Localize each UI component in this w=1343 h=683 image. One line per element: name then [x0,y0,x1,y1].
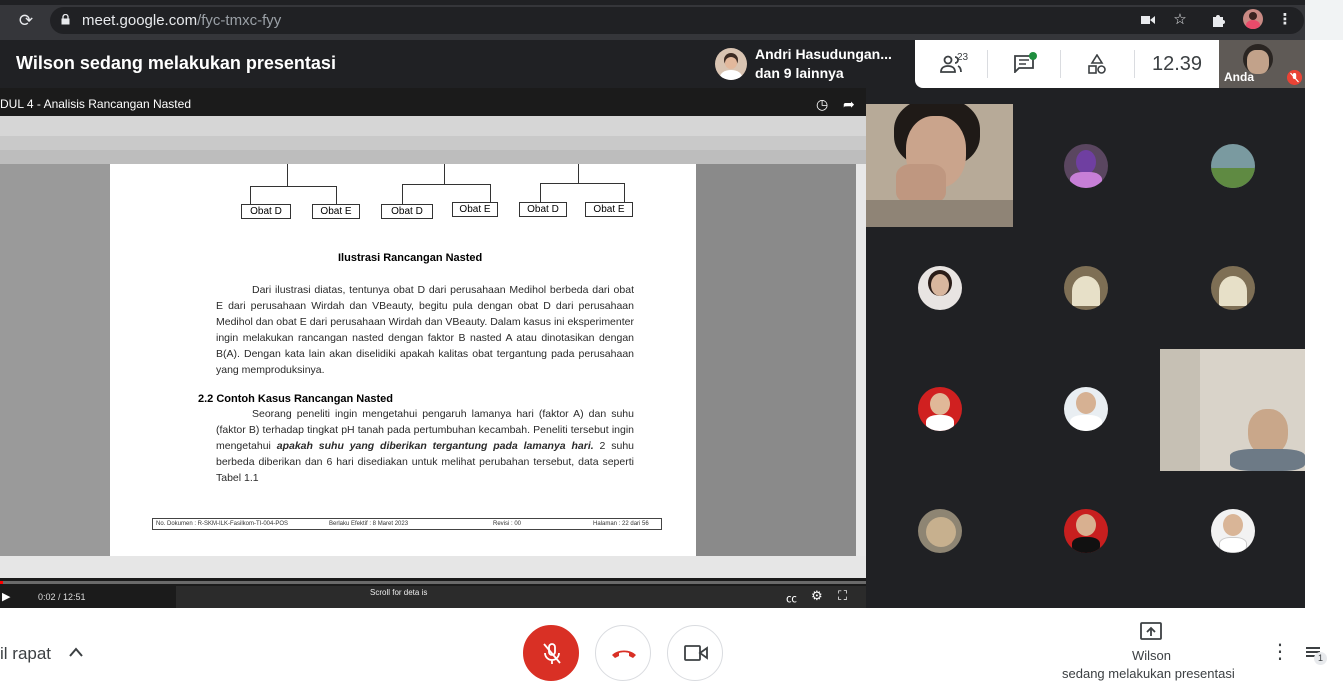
watch-later-icon: ◷ [816,96,829,112]
paragraph-emphasis: apakah suhu yang diberikan tergantung pa… [276,440,594,452]
video-progress-track[interactable] [0,581,866,584]
participant-video-tile[interactable] [866,104,1013,227]
tree-box: Obat D [241,204,291,219]
tree-line [490,184,491,204]
participant-avatar[interactable] [918,509,962,553]
presenter-name: Wilson [1132,648,1172,663]
mic-off-icon [543,643,561,664]
settings-icon[interactable]: ⚙ [811,588,823,604]
tree-box: Obat D [519,202,567,217]
footer-effective: Berlaku Efektif : 8 Maret 2023 [329,521,409,527]
side-panel-count: 1 [1314,652,1327,665]
profile-avatar[interactable] [1243,9,1263,29]
divider [987,50,988,78]
share-icon: ➦ [843,96,855,112]
participant-avatar[interactable] [1211,266,1255,310]
tree-line [444,164,445,184]
tree-line [578,164,579,183]
tree-line [402,184,490,185]
video-progress-fill [0,581,3,584]
tree-box: Obat E [585,202,633,217]
meet-window: ⟳ meet.google.com/fyc-tmxc-fyy ☆ ⋮ Wilso… [0,0,1343,683]
footer-doc-no: No. Dokumen : R-SKM-ILK-Fasilkom-TI-004-… [156,521,289,527]
editor-toolbar [0,116,866,136]
tree-line [287,164,288,186]
video-title: DUL 4 - Analisis Rancangan Nasted [0,97,191,111]
camera-toggle-button[interactable] [667,625,723,681]
document-paragraph-2: Seorang peneliti ingin mengetahui pengar… [216,406,634,486]
tree-box: Obat E [452,202,498,217]
presenter-status: sedang melakukan presentasi [1062,666,1235,681]
self-label: Anda [1224,70,1254,84]
document-scrollbar [856,164,866,556]
participant-avatar[interactable] [1064,266,1108,310]
more-options-icon[interactable]: ⋮ [1270,642,1290,662]
star-icon[interactable]: ☆ [1172,12,1188,28]
tree-line [540,183,541,202]
tree-line [250,186,336,187]
activities-icon[interactable] [1087,54,1107,74]
present-screen-icon[interactable] [1140,622,1162,640]
side-panel-badge[interactable]: 1 [1306,644,1328,666]
lock-icon[interactable] [61,14,70,25]
footer-revision: Revisi : 00 [493,521,522,527]
active-speaker-others: dan 9 lainnya [755,65,844,81]
tree-line [624,183,625,202]
document-footer: No. Dokumen : R-SKM-ILK-Fasilkom-TI-004-… [152,518,662,530]
puzzle-icon[interactable] [1211,12,1227,28]
footer-page: Halaman : 22 dari 56 [593,521,649,527]
meeting-details-label[interactable]: il rapat [0,644,51,664]
tree-line [250,186,251,204]
divider [1060,50,1061,78]
participant-avatar[interactable] [918,266,962,310]
play-icon[interactable]: ▶ [2,590,10,603]
tree-line [540,183,624,184]
participant-avatar[interactable] [1064,387,1108,431]
video-time: 0:02 / 12:51 [38,592,86,602]
participant-avatar[interactable] [1064,509,1108,553]
mic-off-icon [1287,70,1302,85]
leave-call-button[interactable] [595,625,651,681]
meeting-clock: 12.39 [1152,53,1203,75]
document-margin [696,164,856,556]
fullscreen-icon[interactable]: ⛶ [838,588,847,604]
editor-status-strip [0,556,866,578]
kebab-menu-icon[interactable]: ⋮ [1277,12,1293,28]
captions-icon[interactable]: ㏄ [786,590,797,606]
speaker-avatar [715,48,747,80]
tab-strip [0,0,1343,5]
camera-icon[interactable] [1141,14,1155,26]
presenting-title: Wilson sedang melakukan presentasi [16,53,336,73]
participant-avatar[interactable] [1211,509,1255,553]
reload-icon[interactable]: ⟳ [17,12,35,30]
url-host: meet.google.com [82,12,198,29]
section-heading: 2.2 Contoh Kasus Rancangan Nasted [198,393,393,405]
hang-up-icon [612,650,636,658]
url-text[interactable]: meet.google.com/fyc-tmxc-fyy [82,12,281,30]
video-camera-icon [684,645,708,661]
right-window-edge [1305,0,1343,683]
scroll-tooltip: Scroll for deta is [370,588,428,597]
participant-avatar[interactable] [1064,144,1108,188]
unread-dot [1029,52,1037,60]
tree-box: Obat E [312,204,360,219]
mic-toggle-button[interactable] [523,625,579,681]
tree-box: Obat D [381,204,433,219]
document-paragraph: Dari ilustrasi diatas, tentunya obat D d… [216,284,634,376]
participant-avatar[interactable] [1211,144,1255,188]
editor-ruler [0,150,866,164]
divider [1134,50,1135,78]
chevron-up-icon[interactable] [68,646,84,658]
document-heading: Ilustrasi Rancangan Nasted [338,252,483,264]
participant-video-tile[interactable] [1160,349,1305,471]
participants-count: 23 [957,52,969,63]
url-path: /fyc-tmxc-fyy [197,12,282,29]
active-speaker-name: Andri Hasudungan... [755,46,892,62]
shared-screen-taskbar [176,586,866,608]
tree-line [336,186,337,204]
tree-line [402,184,403,204]
editor-format-bar [0,136,866,150]
participant-avatar[interactable] [918,387,962,431]
